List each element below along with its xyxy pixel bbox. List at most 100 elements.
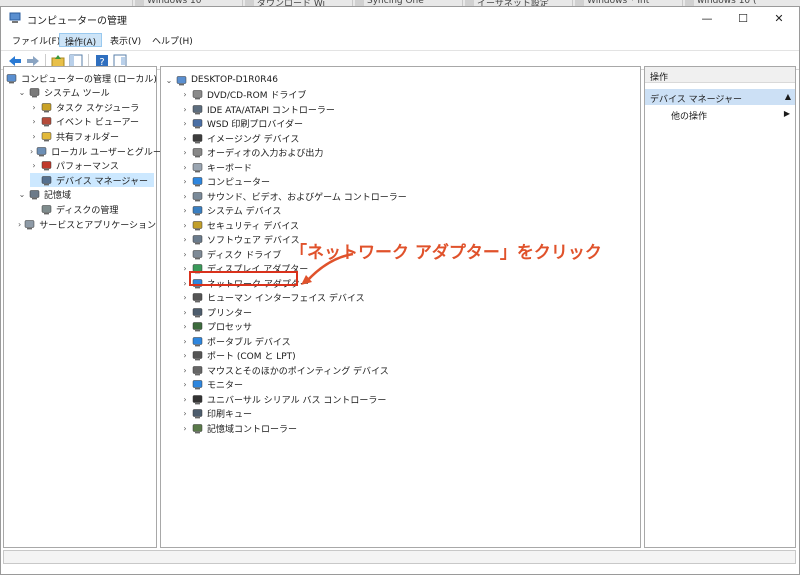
chevron-right-icon[interactable]: › — [181, 90, 189, 100]
monitor-icon — [192, 380, 203, 390]
chevron-right-icon[interactable]: › — [181, 235, 189, 245]
network-adapter-highlight-box — [189, 271, 298, 286]
storage-controller-icon — [192, 423, 203, 433]
device-category-item[interactable]: › ポート (COM と LPT) — [181, 349, 295, 363]
device-category-item[interactable]: › DVD/CD-ROM ドライブ — [181, 88, 306, 102]
chevron-right-icon[interactable]: › — [181, 119, 189, 129]
collapse-up-icon[interactable]: ▲ — [785, 92, 791, 101]
device-category-label: 記憶域コントローラー — [207, 424, 298, 435]
computer-management-icon — [9, 12, 21, 23]
device-category-item[interactable]: › コンピューター — [181, 175, 270, 189]
nav-tree-item[interactable]: › タスク スケジューラ — [30, 100, 154, 114]
chevron-right-icon[interactable]: › — [181, 307, 189, 317]
nav-tree-item[interactable]: › ローカル ユーザーとグループ — [30, 144, 170, 158]
title-bar[interactable]: コンピューターの管理 — ☐ ✕ — [1, 7, 799, 29]
chevron-right-icon[interactable]: › — [181, 293, 189, 303]
device-tree-pane[interactable]: ⌄ DESKTOP-D1R0R46 › DVD/CD-ROM ドライブ › IDE ATA… — [160, 66, 641, 548]
navigation-tree-pane[interactable]: コンピューターの管理 (ローカル) ⌄ システム ツール › タスク スケジューラ › イベ… — [3, 66, 170, 548]
nav-tree-item[interactable]: ⌄ システム ツール — [18, 86, 154, 100]
device-category-item[interactable]: › 記憶域コントローラー — [181, 421, 297, 435]
chevron-right-icon[interactable]: › — [30, 117, 38, 127]
menu-bar: ファイル(F) 操作(A) 表示(V) ヘルプ(H) — [1, 31, 799, 49]
nav-tree-item[interactable]: デバイス マネージャー — [30, 173, 154, 188]
window-title: コンピューターの管理 — [27, 16, 127, 27]
device-category-label: ディスク ドライブ — [207, 250, 282, 261]
nav-tree-item[interactable]: ディスクの管理 — [30, 202, 154, 216]
nav-tree-item-label: ローカル ユーザーとグループ — [51, 147, 171, 158]
chevron-right-icon[interactable]: › — [30, 161, 38, 171]
chevron-right-icon[interactable]: › — [181, 365, 189, 375]
performance-icon — [41, 161, 52, 171]
device-category-item[interactable]: › ディスク ドライブ — [181, 247, 281, 261]
disk-management-icon — [41, 205, 52, 215]
chevron-right-icon[interactable]: › — [181, 322, 189, 332]
nav-tree-item-label: 共有フォルダー — [56, 132, 120, 143]
device-category-item[interactable]: › プロセッサ — [181, 320, 252, 334]
chevron-right-icon[interactable]: › — [181, 409, 189, 419]
nav-tree-item[interactable]: › イベント ビューアー — [30, 115, 154, 129]
device-category-label: ユニバーサル シリアル バス コントローラー — [207, 395, 387, 406]
chevron-right-icon[interactable]: › — [30, 146, 33, 156]
chevron-right-icon[interactable]: › — [181, 133, 189, 143]
chevron-right-icon[interactable]: › — [181, 220, 189, 230]
device-category-item[interactable]: › モニター — [181, 378, 243, 392]
action-more-actions[interactable]: 他の操作 ▶ — [671, 109, 793, 123]
chevron-right-icon[interactable]: › — [181, 104, 189, 114]
device-category-item[interactable]: › WSD 印刷プロバイダー — [181, 117, 303, 131]
close-button[interactable]: ✕ — [761, 7, 797, 29]
nav-tree-item[interactable]: ⌄ 記憶域 — [18, 188, 154, 202]
nav-tree-item[interactable]: › パフォーマンス — [30, 159, 154, 173]
chevron-right-icon[interactable]: › — [181, 162, 189, 172]
maximize-button[interactable]: ☐ — [725, 7, 761, 29]
chevron-right-icon[interactable]: › — [181, 148, 189, 158]
submenu-arrow-icon: ▶ — [783, 109, 790, 118]
nav-tree-item[interactable]: › 共有フォルダー — [30, 129, 154, 143]
device-category-item[interactable]: › ユニバーサル シリアル バス コントローラー — [181, 392, 386, 406]
chevron-right-icon[interactable]: › — [181, 394, 189, 404]
device-category-item[interactable]: › イメージング デバイス — [181, 131, 299, 145]
nav-tree-item[interactable]: › サービスとアプリケーション — [18, 217, 156, 231]
device-category-label: サウンド、ビデオ、およびゲーム コントローラー — [207, 192, 407, 203]
chevron-right-icon[interactable]: › — [181, 380, 189, 390]
chevron-right-icon[interactable]: › — [18, 219, 21, 229]
device-category-item[interactable]: › ポータブル デバイス — [181, 334, 290, 348]
chevron-right-icon[interactable]: › — [181, 177, 189, 187]
device-category-item[interactable]: › 印刷キュー — [181, 407, 252, 421]
chevron-right-icon[interactable]: › — [181, 336, 189, 346]
nav-tree-item[interactable]: コンピューターの管理 (ローカル) — [6, 71, 157, 85]
device-category-item[interactable]: › サウンド、ビデオ、およびゲーム コントローラー — [181, 189, 407, 203]
device-category-item[interactable]: › ヒューマン インターフェイス デバイス — [181, 291, 365, 305]
device-category-item[interactable]: › ソフトウェア デバイス — [181, 233, 299, 247]
device-category-item[interactable]: › システム デバイス — [181, 204, 281, 218]
tools-icon — [29, 88, 40, 98]
device-category-item[interactable]: › セキュリティ デバイス — [181, 218, 299, 232]
menu-action[interactable]: 操作(A) — [59, 33, 103, 48]
device-category-item[interactable]: › IDE ATA/ATAPI コントローラー — [181, 102, 335, 116]
chevron-right-icon[interactable]: › — [181, 249, 189, 259]
device-category-item[interactable]: › プリンター — [181, 305, 252, 319]
chevron-down-icon[interactable]: ⌄ — [18, 88, 26, 98]
chevron-right-icon[interactable]: › — [181, 191, 189, 201]
chevron-down-icon[interactable]: ⌄ — [18, 190, 26, 200]
chevron-down-icon[interactable]: ⌄ — [165, 75, 173, 85]
chevron-right-icon[interactable]: › — [181, 351, 189, 361]
chevron-right-icon[interactable]: › — [30, 102, 38, 112]
actions-section-device-manager[interactable]: デバイス マネージャー ▲ — [645, 89, 795, 105]
security-device-icon — [192, 220, 203, 230]
hid-icon — [192, 293, 203, 303]
chevron-right-icon[interactable]: › — [181, 278, 189, 288]
actions-pane: 操作 デバイス マネージャー ▲ 他の操作 ▶ — [644, 66, 796, 548]
device-category-item[interactable]: › キーボード — [181, 160, 252, 174]
chevron-right-icon[interactable]: › — [181, 264, 189, 274]
chevron-right-icon[interactable]: › — [30, 131, 38, 141]
menu-file[interactable]: ファイル(F) — [7, 33, 65, 47]
device-category-item[interactable]: › マウスとそのほかのポインティング デバイス — [181, 363, 388, 377]
device-category-label: ヒューマン インターフェイス デバイス — [207, 294, 365, 304]
menu-help[interactable]: ヘルプ(H) — [147, 33, 198, 47]
device-category-item[interactable]: › オーディオの入力および出力 — [181, 146, 323, 160]
device-tree-root[interactable]: ⌄ DESKTOP-D1R0R46 — [165, 73, 278, 87]
minimize-button[interactable]: — — [689, 7, 725, 29]
menu-view[interactable]: 表示(V) — [105, 33, 146, 47]
chevron-right-icon[interactable]: › — [181, 206, 189, 216]
chevron-right-icon[interactable]: › — [181, 423, 189, 433]
